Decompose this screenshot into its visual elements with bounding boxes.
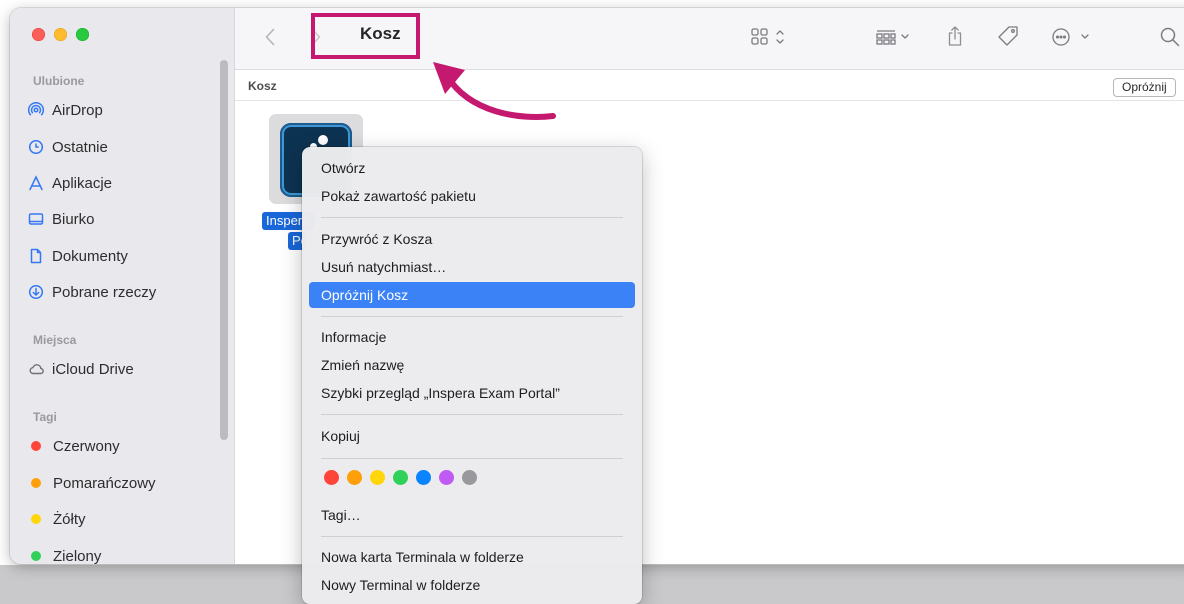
applications-icon xyxy=(28,175,44,191)
menu-item-delete-immediately[interactable]: Usuń natychmiast… xyxy=(309,254,635,280)
path-bar: Kosz xyxy=(235,70,1184,101)
sidebar-item-recents[interactable]: Ostatnie xyxy=(28,134,108,160)
annotation-arrow-icon xyxy=(433,62,556,120)
sidebar-item-label: Dokumenty xyxy=(52,247,128,265)
sidebar-item-label: Pobrane rzeczy xyxy=(52,283,157,301)
search-button[interactable] xyxy=(1158,25,1182,49)
menu-tag-colors xyxy=(324,470,485,485)
sidebar-tag-orange[interactable]: Pomarańczowy xyxy=(28,470,156,496)
share-icon xyxy=(948,26,962,46)
icon-view-icon xyxy=(751,28,784,45)
menu-item-open[interactable]: Otwórz xyxy=(309,155,635,181)
sidebar-item-label: Pomarańczowy xyxy=(53,474,156,492)
menu-separator xyxy=(321,414,623,415)
tag-color-purple[interactable] xyxy=(439,470,454,485)
sidebar-item-label: Aplikacje xyxy=(52,174,113,192)
cloud-icon xyxy=(28,361,44,377)
app-icon-dot xyxy=(318,135,328,145)
tag-icon xyxy=(998,26,1018,46)
sidebar-item-icloud-drive[interactable]: iCloud Drive xyxy=(28,356,134,382)
path-label: Kosz xyxy=(248,79,277,93)
clock-icon xyxy=(28,139,44,155)
menu-item-quick-look[interactable]: Szybki przegląd „Inspera Exam Portal” xyxy=(309,380,635,406)
tag-color-blue[interactable] xyxy=(416,470,431,485)
sidebar-item-label: Biurko xyxy=(52,210,95,228)
stage: Ulubione AirDrop Ostatnie Aplikacje Biur… xyxy=(0,0,1184,604)
desktop-icon xyxy=(28,211,44,227)
sidebar-item-desktop[interactable]: Biurko xyxy=(28,206,95,232)
menu-item-empty-trash[interactable]: Opróżnij Kosz xyxy=(309,282,635,308)
more-actions-button[interactable] xyxy=(1050,25,1096,49)
tag-dot-orange xyxy=(31,478,41,488)
airdrop-icon xyxy=(28,102,44,118)
group-icon xyxy=(876,30,909,45)
sidebar-tag-red[interactable]: Czerwony xyxy=(28,433,120,459)
download-icon xyxy=(28,284,44,300)
sidebar-item-label: Ostatnie xyxy=(52,138,108,156)
tag-dot-green xyxy=(31,551,41,561)
menu-item-new-terminal[interactable]: Nowy Terminal w folderze xyxy=(309,572,635,598)
tag-color-green[interactable] xyxy=(393,470,408,485)
tag-dot-yellow xyxy=(31,514,41,524)
sidebar-item-label: iCloud Drive xyxy=(52,360,134,378)
window-controls xyxy=(32,28,98,41)
menu-item-restore[interactable]: Przywróć z Kosza xyxy=(309,226,635,252)
view-mode-button[interactable] xyxy=(750,26,790,48)
menu-item-rename[interactable]: Zmień nazwę xyxy=(309,352,635,378)
sidebar: Ulubione AirDrop Ostatnie Aplikacje Biur… xyxy=(10,8,235,564)
sidebar-section-tags: Tagi xyxy=(33,410,57,424)
tag-color-red[interactable] xyxy=(324,470,339,485)
menu-item-new-terminal-tab[interactable]: Nowa karta Terminala w folderze xyxy=(309,544,635,570)
empty-trash-button[interactable]: Opróżnij xyxy=(1113,78,1176,97)
menu-separator xyxy=(321,458,623,459)
sidebar-item-applications[interactable]: Aplikacje xyxy=(28,170,112,196)
sidebar-scrollbar[interactable] xyxy=(220,60,228,440)
sidebar-tag-yellow[interactable]: Żółty xyxy=(28,506,86,532)
menu-separator xyxy=(321,217,623,218)
tag-color-orange[interactable] xyxy=(347,470,362,485)
sidebar-item-label: Zielony xyxy=(53,547,102,565)
search-icon xyxy=(1160,27,1180,47)
close-window-button[interactable] xyxy=(32,28,45,41)
ellipsis-circle-icon xyxy=(1052,28,1089,46)
minimize-window-button[interactable] xyxy=(54,28,67,41)
tag-color-yellow[interactable] xyxy=(370,470,385,485)
sidebar-section-favorites: Ulubione xyxy=(33,74,85,88)
menu-item-get-info[interactable]: Informacje xyxy=(309,324,635,350)
document-icon xyxy=(28,248,44,264)
tag-dot-red xyxy=(31,441,41,451)
chevron-left-icon xyxy=(265,28,275,46)
menu-item-copy[interactable]: Kopiuj xyxy=(309,423,635,449)
menu-item-tags[interactable]: Tagi… xyxy=(309,502,635,528)
sidebar-tag-green[interactable]: Zielony xyxy=(28,543,101,564)
share-button[interactable] xyxy=(946,24,964,48)
sidebar-item-documents[interactable]: Dokumenty xyxy=(28,243,128,269)
menu-separator xyxy=(321,536,623,537)
title-highlight-box xyxy=(311,13,420,59)
sidebar-item-downloads[interactable]: Pobrane rzeczy xyxy=(28,279,156,305)
tag-button[interactable] xyxy=(995,24,1021,48)
menu-item-show-package-contents[interactable]: Pokaż zawartość pakietu xyxy=(309,183,635,209)
sidebar-item-label: AirDrop xyxy=(52,101,103,119)
context-menu: Otwórz Pokaż zawartość pakietu Przywróć … xyxy=(302,147,642,604)
menu-separator xyxy=(321,316,623,317)
sidebar-section-places: Miejsca xyxy=(33,333,77,347)
back-button[interactable] xyxy=(261,26,279,48)
zoom-window-button[interactable] xyxy=(76,28,89,41)
group-by-button[interactable] xyxy=(875,26,915,48)
tag-color-gray[interactable] xyxy=(462,470,477,485)
sidebar-item-label: Żółty xyxy=(53,510,86,528)
sidebar-item-label: Czerwony xyxy=(53,437,120,455)
sidebar-item-airdrop[interactable]: AirDrop xyxy=(28,97,103,123)
